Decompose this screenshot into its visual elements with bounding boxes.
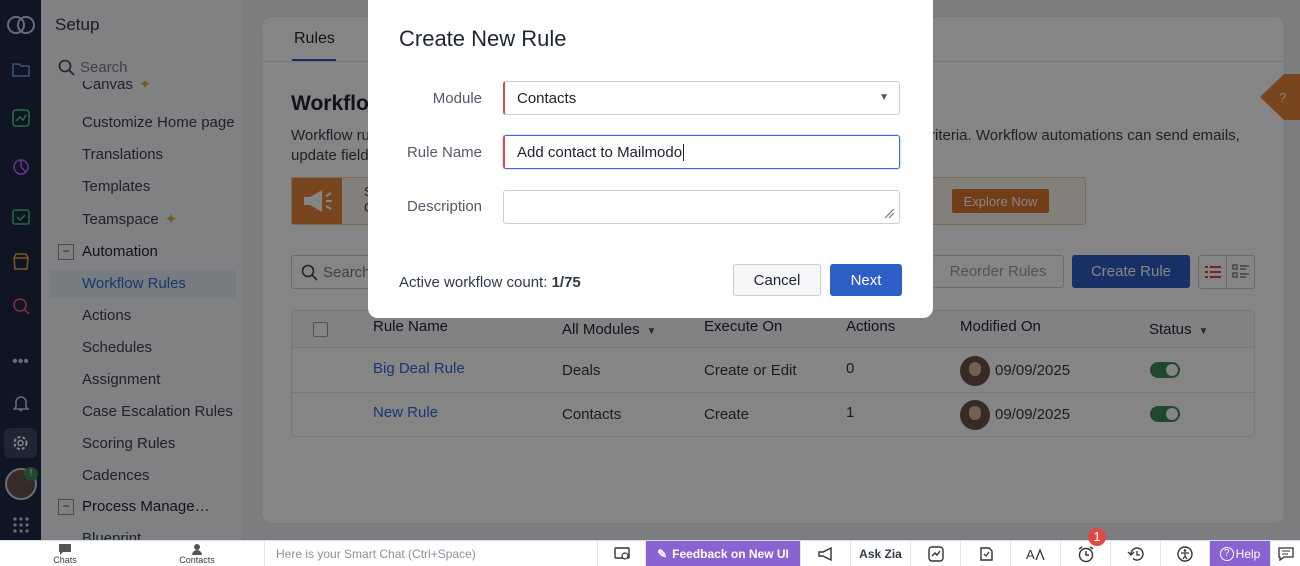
alarm-count-badge: 1: [1088, 528, 1106, 546]
module-select[interactable]: Contacts ▼: [503, 81, 900, 115]
edit-icon: ✎: [657, 547, 668, 561]
active-workflow-count: Active workflow count: 1/75: [399, 274, 581, 291]
chats-button[interactable]: Chats: [0, 541, 130, 566]
chats-label: Chats: [53, 555, 77, 565]
rule-name-value: Add contact to Mailmodo: [517, 143, 683, 161]
feedback-button[interactable]: ✎ Feedback on New UI: [645, 541, 800, 566]
module-selected-value: Contacts: [517, 89, 577, 107]
svg-text:A: A: [1026, 547, 1035, 561]
feedback-label: Feedback on New UI: [672, 547, 789, 561]
module-label: Module: [432, 90, 482, 107]
contact-icon: [192, 544, 202, 555]
bottom-bar: Chats Contacts Here is your Smart Chat (…: [0, 528, 1300, 566]
announcement-icon[interactable]: [800, 541, 850, 566]
rule-name-input[interactable]: Add contact to Mailmodo: [503, 135, 900, 169]
alarm-clock-icon[interactable]: [1060, 541, 1110, 566]
cancel-button[interactable]: Cancel: [733, 264, 821, 296]
resize-handle-icon[interactable]: [884, 208, 895, 219]
description-textarea[interactable]: [503, 190, 900, 224]
accessibility-icon[interactable]: [1160, 541, 1209, 566]
contacts-label: Contacts: [179, 555, 215, 565]
contacts-button[interactable]: Contacts: [130, 541, 264, 566]
ask-zia-button[interactable]: Ask Zia: [850, 541, 910, 566]
text-cursor: [683, 143, 685, 161]
help-button[interactable]: ? Help: [1209, 541, 1270, 566]
chevron-down-icon: ▼: [879, 92, 889, 103]
chat-icon: [59, 544, 71, 555]
message-icon[interactable]: [1270, 541, 1300, 566]
history-icon[interactable]: [1110, 541, 1160, 566]
help-circle-icon: ?: [1219, 547, 1234, 561]
description-label: Description: [406, 198, 482, 215]
count-value: 1/75: [551, 274, 581, 291]
smart-chat-input[interactable]: Here is your Smart Chat (Ctrl+Space): [264, 541, 597, 566]
help-label: Help: [1235, 547, 1261, 561]
activity-icon[interactable]: [910, 541, 960, 566]
create-rule-modal: Create New Rule Module Contacts ▼ Rule N…: [368, 0, 933, 318]
translate-icon[interactable]: A: [1010, 541, 1060, 566]
rule-name-label: Rule Name: [406, 144, 482, 161]
screen-tools-icon[interactable]: [597, 541, 645, 566]
notes-icon[interactable]: [960, 541, 1010, 566]
next-button[interactable]: Next: [830, 264, 902, 296]
modal-title: Create New Rule: [399, 26, 567, 51]
